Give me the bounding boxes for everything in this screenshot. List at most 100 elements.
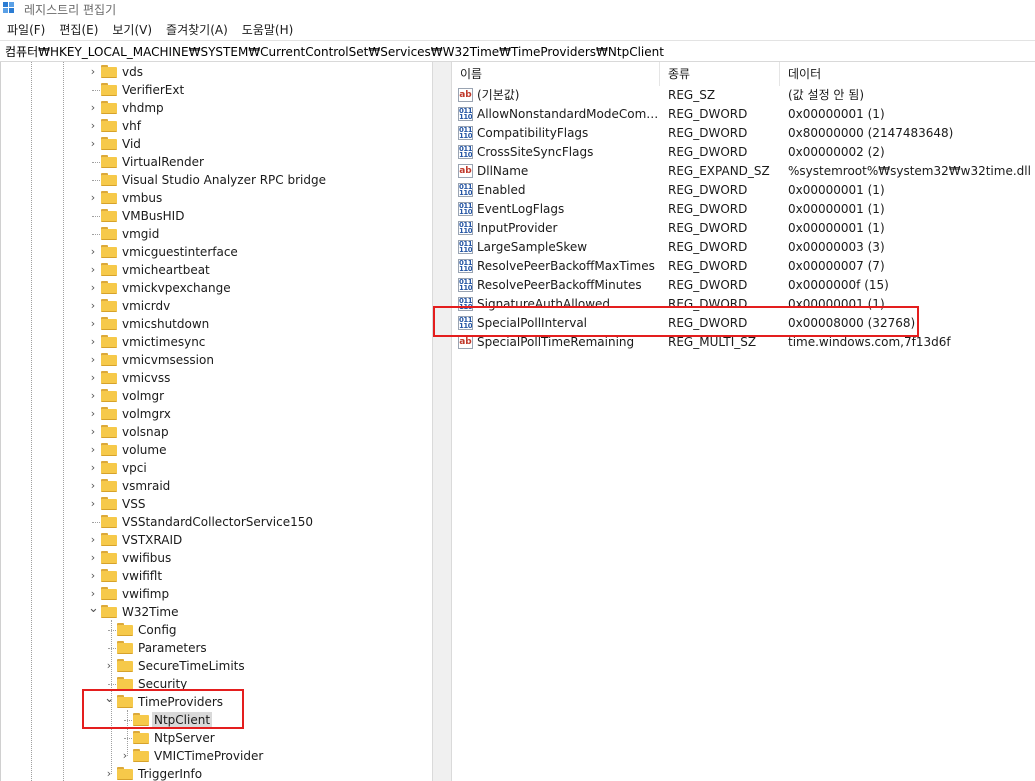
tree-node-vmictimesync[interactable]: › vmictimesync xyxy=(1,333,433,351)
column-header-type[interactable]: 종류 xyxy=(660,62,780,86)
chevron-right-icon[interactable]: › xyxy=(88,354,98,366)
chevron-right-icon[interactable]: › xyxy=(88,390,98,402)
chevron-down-icon[interactable]: ⌄ xyxy=(104,692,115,705)
chevron-right-icon[interactable]: › xyxy=(88,336,98,348)
chevron-right-icon[interactable]: › xyxy=(88,246,98,258)
tree-node-ntpserver[interactable]: NtpServer xyxy=(1,729,433,747)
chevron-right-icon[interactable]: › xyxy=(88,588,98,600)
tree-node-vmicvmsession[interactable]: › vmicvmsession xyxy=(1,351,433,369)
menu-help[interactable]: 도움말(H) xyxy=(235,20,301,40)
chevron-right-icon[interactable]: › xyxy=(88,102,98,114)
tree-node-volume[interactable]: › volume xyxy=(1,441,433,459)
chevron-right-icon[interactable]: › xyxy=(88,408,98,420)
tree-node-volmgr[interactable]: › volmgr xyxy=(1,387,433,405)
chevron-right-icon[interactable]: › xyxy=(88,264,98,276)
chevron-right-icon[interactable]: › xyxy=(120,750,130,762)
tree-node-vsstandardcollectorservice150[interactable]: VSStandardCollectorService150 xyxy=(1,513,433,531)
tree-node-vmicvss[interactable]: › vmicvss xyxy=(1,369,433,387)
tree-node-w32time[interactable]: ⌄ W32Time xyxy=(1,602,433,621)
key-tree[interactable]: › vds VerifierExt › vhdmp › vhf › Vid VirtualRend… xyxy=(0,62,433,781)
chevron-right-icon[interactable]: › xyxy=(88,426,98,438)
value-row[interactable]: 011 110 ResolvePeerBackoffMinutes REG_DWOR… xyxy=(452,276,1035,295)
menu-view[interactable]: 보기(V) xyxy=(105,20,159,40)
chevron-right-icon[interactable]: › xyxy=(88,318,98,330)
tree-node-volsnap[interactable]: › volsnap xyxy=(1,423,433,441)
chevron-right-icon[interactable]: › xyxy=(88,462,98,474)
tree-node-securetimelimits[interactable]: › SecureTimeLimits xyxy=(1,657,433,675)
tree-node-verifierext[interactable]: VerifierExt xyxy=(1,81,433,99)
address-path[interactable]: 컴퓨터₩HKEY_LOCAL_MACHINE₩SYSTEM₩CurrentCon… xyxy=(5,43,664,60)
chevron-right-icon[interactable]: › xyxy=(88,498,98,510)
value-row[interactable]: 011 110 InputProvider REG_DWORD 0x00000001 … xyxy=(452,219,1035,238)
tree-node-vsmraid[interactable]: › vsmraid xyxy=(1,477,433,495)
column-header-data[interactable]: 데이터 xyxy=(780,62,1035,86)
tree-node-volmgrx[interactable]: › volmgrx xyxy=(1,405,433,423)
tree-node-triggerinfo[interactable]: › TriggerInfo xyxy=(1,765,433,781)
chevron-right-icon[interactable]: › xyxy=(104,768,114,780)
value-row[interactable]: ab SpecialPollTimeRemaining REG_MULTI_SZ ti… xyxy=(452,333,1035,352)
value-row[interactable]: 011 110 AllowNonstandardModeCombin... REG_… xyxy=(452,105,1035,124)
value-row[interactable]: 011 110 SpecialPollInterval REG_DWORD 0x000… xyxy=(452,314,1035,333)
address-bar[interactable]: 컴퓨터₩HKEY_LOCAL_MACHINE₩SYSTEM₩CurrentCon… xyxy=(0,40,1035,62)
chevron-right-icon[interactable]: › xyxy=(88,444,98,456)
folder-icon xyxy=(117,623,133,636)
tree-node-ntpclient[interactable]: NtpClient xyxy=(1,711,433,729)
value-name: SignatureAuthAllowed xyxy=(477,297,611,311)
chevron-right-icon[interactable]: › xyxy=(104,660,114,672)
value-row[interactable]: 011 110 CrossSiteSyncFlags REG_DWORD 0x0000… xyxy=(452,143,1035,162)
value-row[interactable]: 011 110 ResolvePeerBackoffMaxTimes REG_DWO… xyxy=(452,257,1035,276)
menu-edit[interactable]: 편집(E) xyxy=(52,20,105,40)
tree-node-vmickvpexchange[interactable]: › vmickvpexchange xyxy=(1,279,433,297)
value-list[interactable]: 이름 종류 데이터 ab (기본값) REG_SZ (값 설정 안 됨) 011 110… xyxy=(452,62,1035,781)
value-row[interactable]: ab (기본값) REG_SZ (값 설정 안 됨) xyxy=(452,86,1035,105)
chevron-right-icon[interactable]: › xyxy=(88,120,98,132)
chevron-right-icon[interactable]: › xyxy=(88,372,98,384)
menu-file[interactable]: 파일(F) xyxy=(0,20,52,40)
value-data: 0x00000002 (2) xyxy=(788,145,885,159)
tree-node-vhf[interactable]: › vhf xyxy=(1,117,433,135)
value-row[interactable]: 011 110 SignatureAuthAllowed REG_DWORD 0x00… xyxy=(452,295,1035,314)
menu-favorites[interactable]: 즐겨찾기(A) xyxy=(159,20,235,40)
tree-node-vds[interactable]: › vds xyxy=(1,63,433,81)
tree-node-vwifimp[interactable]: › vwifimp xyxy=(1,585,433,603)
tree-node-visual-studio-analyzer-rpc-bridge[interactable]: Visual Studio Analyzer RPC bridge xyxy=(1,171,433,189)
chevron-right-icon[interactable]: › xyxy=(88,192,98,204)
tree-node-config[interactable]: Config xyxy=(1,621,433,639)
tree-node-vwififlt[interactable]: › vwififlt xyxy=(1,567,433,585)
chevron-down-icon[interactable]: ⌄ xyxy=(88,602,99,615)
tree-node-vmicguestinterface[interactable]: › vmicguestinterface xyxy=(1,243,433,261)
tree-node-virtualrender[interactable]: VirtualRender xyxy=(1,153,433,171)
chevron-right-icon[interactable]: › xyxy=(88,300,98,312)
tree-node-vmicrdv[interactable]: › vmicrdv xyxy=(1,297,433,315)
tree-node-security[interactable]: Security xyxy=(1,675,433,693)
tree-node-vmbus[interactable]: › vmbus xyxy=(1,189,433,207)
value-row[interactable]: ab DllName REG_EXPAND_SZ %systemroot%₩syste… xyxy=(452,162,1035,181)
tree-node-vmgid[interactable]: vmgid xyxy=(1,225,433,243)
tree-node-vmicheartbeat[interactable]: › vmicheartbeat xyxy=(1,261,433,279)
chevron-right-icon[interactable]: › xyxy=(88,570,98,582)
tree-node-vss[interactable]: › VSS xyxy=(1,495,433,513)
value-row[interactable]: 011 110 LargeSampleSkew REG_DWORD 0x0000000… xyxy=(452,238,1035,257)
value-row[interactable]: 011 110 CompatibilityFlags REG_DWORD 0x8000… xyxy=(452,124,1035,143)
chevron-right-icon[interactable]: › xyxy=(88,552,98,564)
tree-node-vmbushid[interactable]: VMBusHID xyxy=(1,207,433,225)
column-header-name[interactable]: 이름 xyxy=(452,62,660,86)
tree-node-vmicshutdown[interactable]: › vmicshutdown xyxy=(1,315,433,333)
tree-node-vmictimeprovider[interactable]: › VMICTimeProvider xyxy=(1,747,433,765)
chevron-right-icon[interactable]: › xyxy=(88,480,98,492)
chevron-right-icon[interactable]: › xyxy=(88,282,98,294)
tree-node-timeproviders[interactable]: ⌄ TimeProviders xyxy=(1,692,433,711)
pane-splitter[interactable] xyxy=(432,62,452,781)
tree-node-parameters[interactable]: Parameters xyxy=(1,639,433,657)
tree-node-vhdmp[interactable]: › vhdmp xyxy=(1,99,433,117)
tree-node-vpci[interactable]: › vpci xyxy=(1,459,433,477)
chevron-right-icon[interactable]: › xyxy=(88,66,98,78)
binary-value-icon: 011 110 xyxy=(458,278,473,292)
value-row[interactable]: 011 110 Enabled REG_DWORD 0x00000001 (1) xyxy=(452,181,1035,200)
tree-node-vid[interactable]: › Vid xyxy=(1,135,433,153)
chevron-right-icon[interactable]: › xyxy=(88,534,98,546)
value-row[interactable]: 011 110 EventLogFlags REG_DWORD 0x00000001 … xyxy=(452,200,1035,219)
chevron-right-icon[interactable]: › xyxy=(88,138,98,150)
tree-node-vstxraid[interactable]: › VSTXRAID xyxy=(1,531,433,549)
tree-node-vwifibus[interactable]: › vwifibus xyxy=(1,549,433,567)
